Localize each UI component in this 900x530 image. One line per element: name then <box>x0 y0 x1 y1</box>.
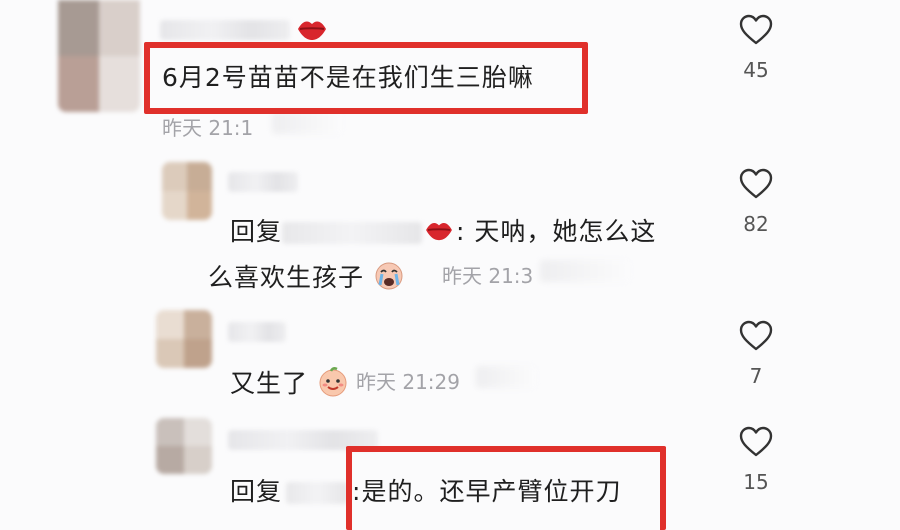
avatar[interactable] <box>162 162 212 220</box>
like-button[interactable]: 7 <box>726 320 786 388</box>
comment-time: 昨天 21:29 <box>356 370 460 394</box>
reply-prefix: 回复 <box>230 477 283 506</box>
comment-2: 回复 : 天呐，她怎么这 么喜欢生孩子 昨天 21:3 82 <box>0 150 900 300</box>
peach-face-emoji-icon <box>317 367 349 403</box>
reply-body-2: 么喜欢生孩子 <box>208 263 365 292</box>
heart-icon <box>739 320 773 351</box>
lips-emoji-icon <box>424 218 454 248</box>
comment-1: 6月2号苗苗不是在我们生三胎嘛 昨天 21:1 45 <box>0 0 900 150</box>
comment-body: 又生了 <box>230 369 309 398</box>
highlight-box <box>144 42 588 114</box>
like-count: 45 <box>743 58 769 82</box>
username[interactable] <box>228 322 286 342</box>
like-button[interactable]: 82 <box>726 168 786 236</box>
heart-icon <box>739 14 773 45</box>
comment-time: 昨天 21:1 <box>162 116 254 140</box>
comment-text: 又生了 <box>230 364 349 403</box>
like-count: 15 <box>743 470 769 494</box>
mentioned-user[interactable] <box>282 222 423 244</box>
username[interactable] <box>228 172 298 192</box>
highlight-box <box>346 446 666 530</box>
like-button[interactable]: 15 <box>726 426 786 494</box>
reply-text-line2: 么喜欢生孩子 <box>208 258 405 297</box>
comment-time: 昨天 21:3 <box>442 264 534 288</box>
heart-icon <box>739 168 773 199</box>
blurred-meta <box>540 260 630 282</box>
like-count: 7 <box>749 364 763 388</box>
avatar[interactable] <box>156 310 212 368</box>
comment-4: 回复:是的。还早产臂位开刀 15 <box>0 410 900 530</box>
like-button[interactable]: 45 <box>726 14 786 82</box>
reply-text-line1: 回复 : 天呐，她怎么这 <box>230 212 656 248</box>
username[interactable] <box>160 20 290 40</box>
crying-face-emoji-icon <box>373 261 405 297</box>
blurred-meta <box>272 112 342 134</box>
like-count: 82 <box>743 212 769 236</box>
avatar[interactable] <box>58 0 140 112</box>
mentioned-user[interactable] <box>286 482 349 504</box>
comment-3: 又生了 昨天 21:29 7 <box>0 300 900 410</box>
blurred-meta <box>476 366 536 388</box>
heart-icon <box>739 426 773 457</box>
avatar[interactable] <box>156 418 212 474</box>
reply-body-1: : 天呐，她怎么这 <box>456 217 657 246</box>
reply-prefix: 回复 <box>230 217 283 246</box>
